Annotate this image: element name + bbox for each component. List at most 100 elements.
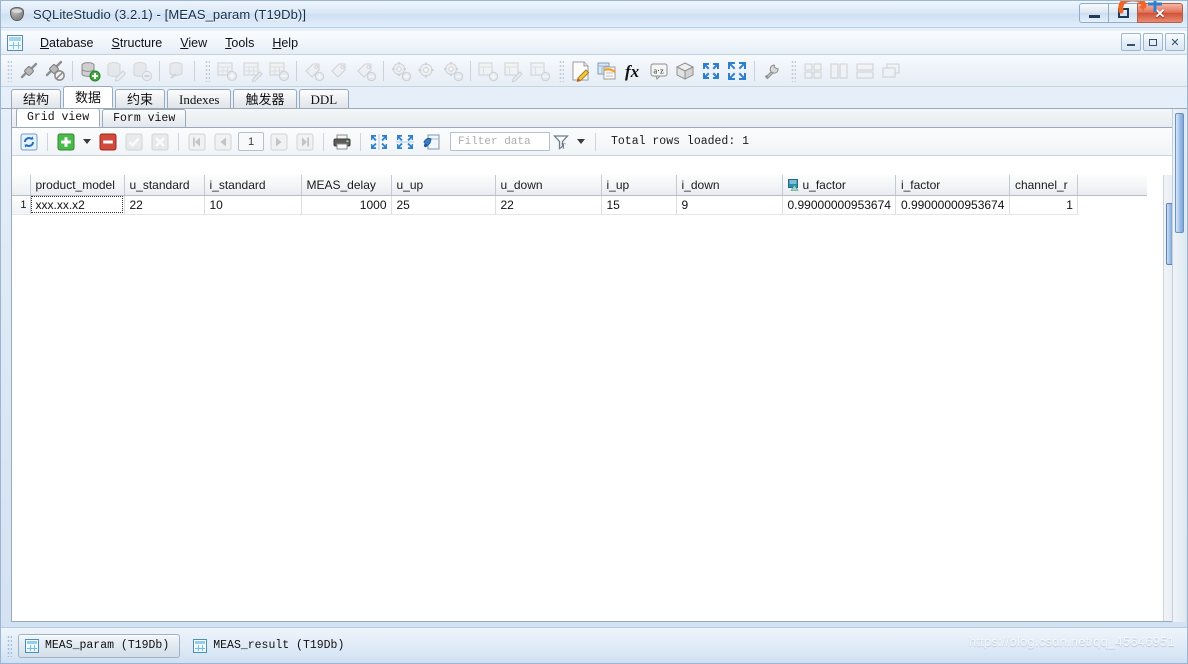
cascade-windows-icon [878, 58, 904, 84]
cell-filler [1077, 195, 1148, 214]
insert-row-dropdown-icon[interactable] [80, 131, 94, 153]
tab-data[interactable]: 数据 [63, 86, 114, 108]
add-database-icon[interactable] [77, 58, 103, 84]
column-header-i_standard[interactable]: i_standard [204, 175, 302, 196]
toolbar-grip[interactable] [205, 59, 210, 82]
first-page-icon [185, 131, 209, 153]
column-header-i_up[interactable]: i_up [601, 175, 677, 196]
extensions-icon[interactable] [672, 58, 698, 84]
mdi-window-controls: ✕ [1119, 33, 1185, 51]
connect-to-database-icon [164, 58, 190, 84]
column-header-product_model[interactable]: product_model [30, 175, 125, 196]
tab-indexes[interactable]: Indexes [167, 89, 232, 108]
cell-i_down[interactable]: 9 [676, 195, 783, 215]
sql-editor-icon[interactable] [568, 58, 594, 84]
tab-form-view[interactable]: Form view [102, 109, 187, 127]
close-button[interactable]: ✕ [1137, 3, 1183, 23]
mdi-minimize-button[interactable] [1121, 33, 1141, 51]
create-view-icon [475, 58, 501, 84]
tab-grid-view[interactable]: Grid view [16, 108, 101, 127]
edit-index-icon [327, 58, 353, 84]
data-grid-scroll-area: product_model u_standard i_standard MEAS… [12, 175, 1178, 621]
tab-structure[interactable]: 结构 [11, 89, 62, 108]
column-header-filler [1077, 175, 1148, 196]
cell-i_factor[interactable]: 0.99000000953674 [895, 195, 1010, 215]
restore-button[interactable] [1108, 3, 1137, 23]
filter-data-input-wrapper[interactable] [450, 132, 550, 151]
menu-item-database[interactable]: DDatabaseatabase [31, 33, 103, 53]
connect-database-icon[interactable] [16, 58, 42, 84]
cell-i_up[interactable]: 15 [601, 195, 677, 215]
cell-product_model[interactable]: xxx.xx.x2 [30, 195, 125, 215]
refresh-data-icon[interactable] [17, 131, 41, 153]
delete-table-icon [266, 58, 292, 84]
cell-u_factor[interactable]: 0.99000000953674 [782, 195, 896, 215]
fit-columns-icon[interactable] [367, 131, 391, 153]
cell-u_down[interactable]: 22 [495, 195, 602, 215]
grid-toolbar-separator [47, 132, 48, 151]
menu-item-structure[interactable]: Structure [103, 33, 172, 53]
cell-u_standard[interactable]: 22 [124, 195, 205, 215]
filter-mode-dropdown-icon[interactable] [573, 131, 589, 153]
grid-toolbar-separator [178, 132, 179, 151]
funnel-filter-icon[interactable]: T [551, 131, 571, 153]
collations-editor-icon[interactable]: a·z [646, 58, 672, 84]
column-header-i_factor[interactable]: i_factor [895, 175, 1010, 196]
insert-row-icon[interactable] [54, 131, 78, 153]
delete-index-icon [353, 58, 379, 84]
configuration-icon[interactable] [759, 58, 785, 84]
svg-text:T: T [562, 142, 567, 150]
total-rows-loaded-label: Total rows loaded: 1 [611, 135, 750, 148]
menu-item-view[interactable]: View [171, 33, 216, 53]
window-scrollbar-thumb[interactable] [1175, 113, 1184, 233]
functions-editor-icon[interactable]: fx [620, 58, 646, 84]
grid-toolbar-separator [323, 132, 324, 151]
window-tab-meas-param[interactable]: MEAS_param (T19Db) [18, 633, 181, 658]
column-header-u_up[interactable]: u_up [391, 175, 496, 196]
toolbar-separator [159, 60, 160, 81]
value-editor-icon[interactable] [419, 131, 443, 153]
column-header-u_down[interactable]: u_down [495, 175, 602, 196]
column-header-i_down[interactable]: i_down [676, 175, 783, 196]
tab-constraints[interactable]: 约束 [115, 89, 166, 108]
import-export-icon[interactable] [594, 58, 620, 84]
toolbar-grip[interactable] [7, 59, 12, 82]
tab-ddl[interactable]: DDL [298, 89, 350, 108]
fit-rows-icon[interactable] [393, 131, 417, 153]
menu-item-tools[interactable]: Tools [216, 33, 263, 53]
previous-page-icon [211, 131, 235, 153]
tab-triggers[interactable]: 触发器 [233, 89, 297, 108]
table-row[interactable]: 1 xxx.xx.x2 22 10 1000 25 22 15 9 0.9900… [12, 195, 1148, 215]
page-number-input[interactable]: 1 [238, 132, 264, 151]
row-number[interactable]: 1 [12, 195, 31, 215]
bottom-bar-grip[interactable] [7, 634, 12, 657]
toolbar-separator [72, 60, 73, 81]
column-header-u_standard[interactable]: u_standard [124, 175, 205, 196]
toolbar-grip[interactable] [559, 59, 564, 82]
print-icon[interactable] [330, 131, 354, 153]
minimize-button[interactable] [1079, 3, 1108, 23]
cell-MEAS_delay[interactable]: 1000 [301, 195, 392, 215]
cell-u_up[interactable]: 25 [391, 195, 496, 215]
expand-all-icon[interactable] [724, 58, 750, 84]
tile-windows-icon [800, 58, 826, 84]
grid-corner-header[interactable] [12, 175, 31, 196]
column-header-channel_r[interactable]: channel_r [1009, 175, 1078, 196]
menu-item-help[interactable]: Help [263, 33, 307, 53]
cell-i_standard[interactable]: 10 [204, 195, 302, 215]
cell-channel_r[interactable]: 1 [1009, 195, 1078, 215]
toolbar-separator [383, 60, 384, 81]
window-controls: ✕ [1079, 3, 1183, 23]
disconnect-database-icon[interactable] [42, 58, 68, 84]
mdi-close-button[interactable]: ✕ [1165, 33, 1185, 51]
toolbar-grip[interactable] [791, 59, 796, 82]
column-header-MEAS_delay[interactable]: MEAS_delay [301, 175, 392, 196]
column-header-u_factor[interactable]: u_factor [782, 175, 896, 196]
collapse-all-icon[interactable] [698, 58, 724, 84]
mdi-restore-button[interactable] [1143, 33, 1163, 51]
delete-row-icon[interactable] [96, 131, 120, 153]
window-tab-meas-result[interactable]: MEAS_result (T19Db) [186, 634, 355, 658]
window-vertical-scrollbar[interactable] [1172, 109, 1186, 622]
create-table-icon [214, 58, 240, 84]
filter-data-input[interactable] [456, 134, 549, 149]
